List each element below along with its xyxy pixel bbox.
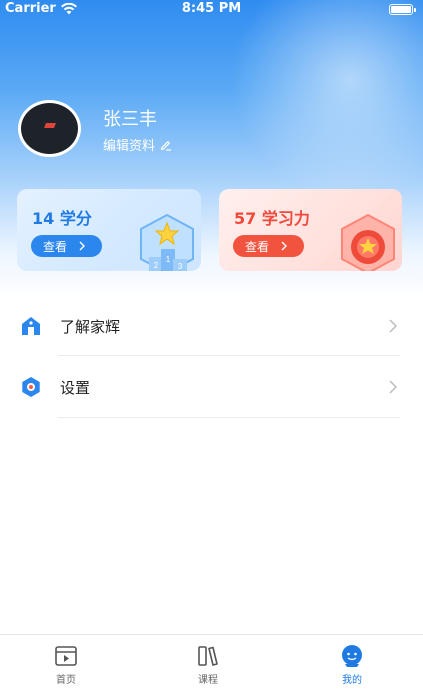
status-time: 8:45 PM	[181, 1, 242, 16]
tab-mine[interactable]: 我的	[302, 635, 402, 689]
study-power-view-label: 查看	[245, 239, 270, 254]
study-power-value: 57 学习力	[234, 209, 310, 228]
house-icon	[22, 317, 40, 335]
credits-view-label: 查看	[43, 239, 68, 254]
menu-item-label: 了解家辉	[60, 317, 121, 336]
svg-text:3: 3	[178, 262, 183, 271]
edit-profile-link[interactable]: 编辑资料	[103, 135, 172, 154]
medal-star-icon	[341, 213, 395, 271]
edit-profile-label: 编辑资料	[103, 139, 156, 154]
credits-view-button[interactable]: 查看	[31, 235, 102, 257]
gear-icon	[22, 377, 40, 397]
chevron-right-icon	[389, 319, 397, 333]
tab-courses-label: 课程	[198, 675, 218, 686]
chevron-right-icon	[79, 241, 86, 251]
tab-home-label: 首页	[56, 675, 76, 686]
divider	[58, 417, 400, 418]
avatar[interactable]	[18, 100, 81, 157]
menu-item-about[interactable]: 了解家辉	[0, 295, 423, 357]
menu-item-settings[interactable]: 设置	[0, 356, 423, 418]
svg-text:2: 2	[154, 261, 159, 270]
chevron-right-icon	[281, 241, 288, 251]
avatar-logo	[43, 123, 56, 128]
podium-star-icon: 2 1 3	[140, 213, 194, 271]
study-power-view-button[interactable]: 查看	[233, 235, 304, 257]
credits-card[interactable]: 14 学分 查看 2 1 3	[17, 189, 201, 271]
books-icon	[198, 646, 218, 666]
user-name: 张三丰	[103, 109, 157, 130]
tab-courses[interactable]: 课程	[158, 635, 258, 689]
battery-icon	[389, 4, 416, 15]
svg-text:1: 1	[166, 255, 171, 264]
home-video-icon	[55, 646, 77, 666]
menu-item-label: 设置	[60, 378, 91, 397]
header-glow	[230, 0, 423, 200]
tab-mine-label: 我的	[342, 675, 362, 686]
status-bar: Carrier 8:45 PM	[0, 0, 423, 20]
study-power-card[interactable]: 57 学习力 查看	[219, 189, 402, 271]
pencil-icon	[161, 140, 172, 151]
chevron-right-icon	[389, 380, 397, 394]
tab-home[interactable]: 首页	[16, 635, 116, 689]
credits-value: 14 学分	[32, 209, 92, 228]
tab-bar: 首页 课程 我的	[0, 634, 423, 689]
profile-icon	[342, 645, 362, 667]
